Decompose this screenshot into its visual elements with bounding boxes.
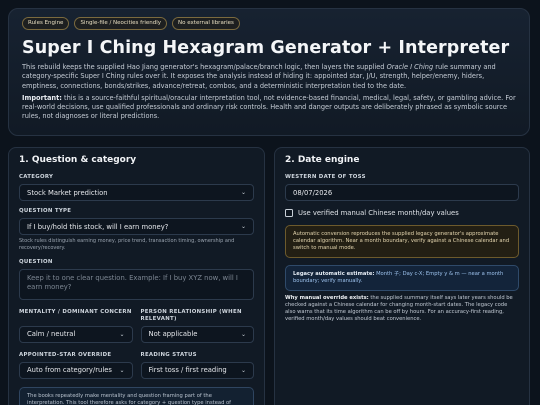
category-select-value: Stock Market prediction bbox=[27, 188, 108, 197]
badge-single-file: Single-file / Neocities friendly bbox=[74, 17, 168, 30]
chevron-down-icon: ⌄ bbox=[119, 330, 125, 338]
category-label: CATEGORY bbox=[19, 174, 54, 180]
badge-no-external-libraries: No external libraries bbox=[172, 17, 240, 30]
reading-status-select[interactable]: First toss / first reading ⌄ bbox=[140, 361, 254, 379]
question-type-hint: Stock rules distinguish earning money, p… bbox=[19, 238, 235, 251]
western-date-input[interactable]: 08/07/2026 bbox=[285, 184, 519, 201]
category-select[interactable]: Stock Market prediction ⌄ bbox=[19, 184, 254, 201]
manual-values-checkbox[interactable] bbox=[285, 209, 293, 217]
badge-row: Rules Engine Single-file / Neocities fri… bbox=[22, 17, 516, 30]
manual-values-checkbox-row[interactable]: Use verified manual Chinese month/day va… bbox=[285, 209, 519, 217]
appointed-star-label: APPOINTED-STAR OVERRIDE bbox=[19, 351, 112, 358]
intro-description: This rebuild keeps the supplied Hao Jian… bbox=[22, 63, 516, 91]
mentality-label: MENTALITY / DOMINANT CONCERN bbox=[19, 308, 132, 315]
mentality-note: The books repeatedly make mentality and … bbox=[19, 386, 254, 405]
person-relationship-select-value: Not applicable bbox=[148, 330, 198, 339]
chevron-down-icon: ⌄ bbox=[240, 189, 246, 196]
person-relationship-select[interactable]: Not applicable ⌄ bbox=[140, 325, 254, 343]
question-category-card: 1. Question & category CATEGORY Stock Ma… bbox=[8, 147, 265, 405]
date-engine-heading: 2. Date engine bbox=[285, 155, 360, 165]
manual-values-checkbox-label: Use verified manual Chinese month/day va… bbox=[298, 209, 459, 217]
intro-panel: Rules Engine Single-file / Neocities fri… bbox=[8, 8, 530, 136]
date-engine-card: 2. Date engine WESTERN DATE OF TOSS 08/0… bbox=[274, 147, 530, 405]
question-type-label: QUESTION TYPE bbox=[19, 208, 72, 214]
reading-status-label: READING STATUS bbox=[140, 351, 197, 358]
legacy-estimate-box: Legacy automatic estimate: Month 子; Day … bbox=[285, 265, 519, 291]
chevron-down-icon: ⌄ bbox=[240, 366, 246, 374]
reading-status-select-value: First toss / first reading bbox=[148, 366, 227, 375]
intro-description-part-1: This rebuild keeps the supplied Hao Jian… bbox=[22, 63, 387, 71]
intro-description-emphasis: Oracle I Ching bbox=[386, 63, 434, 71]
appointed-star-select-value: Auto from category/rules bbox=[27, 366, 112, 375]
calendar-warning: Automatic conversion reproduces the supp… bbox=[285, 225, 519, 258]
mentality-select[interactable]: Calm / neutral ⌄ bbox=[19, 325, 133, 343]
important-notice: Important: this is a source-faithful spi… bbox=[22, 94, 516, 122]
question-category-heading: 1. Question & category bbox=[19, 155, 137, 165]
appointed-star-select[interactable]: Auto from category/rules ⌄ bbox=[19, 361, 133, 379]
legacy-estimate-label: Legacy automatic estimate: bbox=[293, 271, 375, 277]
mentality-select-value: Calm / neutral bbox=[27, 330, 76, 339]
question-type-select-value: If I buy/hold this stock, will I earn mo… bbox=[27, 222, 169, 231]
question-label: QUESTION bbox=[19, 258, 53, 265]
western-date-label: WESTERN DATE OF TOSS bbox=[285, 174, 366, 180]
chevron-down-icon: ⌄ bbox=[119, 366, 125, 374]
question-type-select[interactable]: If I buy/hold this stock, will I earn mo… bbox=[19, 218, 254, 235]
person-relationship-label: PERSON RELATIONSHIP (WHEN RELEVANT) bbox=[140, 308, 242, 322]
important-text: this is a source-faithful spiritual/orac… bbox=[22, 93, 516, 121]
important-label: Important: bbox=[22, 93, 62, 102]
chevron-down-icon: ⌄ bbox=[240, 330, 246, 338]
question-input[interactable]: Keep it to one clear question. Example: … bbox=[19, 268, 254, 300]
page-title: Super I Ching Hexagram Generator + Inter… bbox=[22, 38, 510, 58]
manual-override-label: Why manual override exists: bbox=[285, 295, 369, 301]
manual-override-explanation: Why manual override exists: the supplied… bbox=[285, 295, 519, 323]
badge-rules-engine: Rules Engine bbox=[22, 17, 70, 30]
chevron-down-icon: ⌄ bbox=[240, 223, 246, 230]
